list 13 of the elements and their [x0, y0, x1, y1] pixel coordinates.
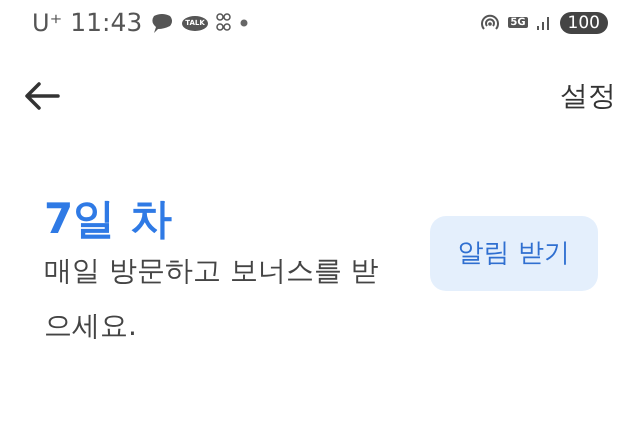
signal-icon — [536, 14, 552, 31]
clock-time: 11:43 — [70, 7, 142, 40]
carrier-label: U⁺ — [32, 8, 62, 39]
network-label: 5G — [508, 17, 528, 28]
dot-icon — [240, 19, 248, 27]
chat-bubble-icon — [150, 13, 174, 33]
back-arrow-icon — [24, 81, 60, 111]
back-button[interactable] — [24, 81, 60, 111]
settings-link[interactable]: 설정 — [560, 75, 616, 117]
streak-description: 매일 방문하고 보너스를 받으세요. — [44, 253, 380, 344]
notify-button[interactable]: 알림 받기 — [430, 216, 598, 292]
streak-title: 7일 차 — [44, 194, 173, 244]
battery-indicator: 100 — [560, 12, 608, 34]
